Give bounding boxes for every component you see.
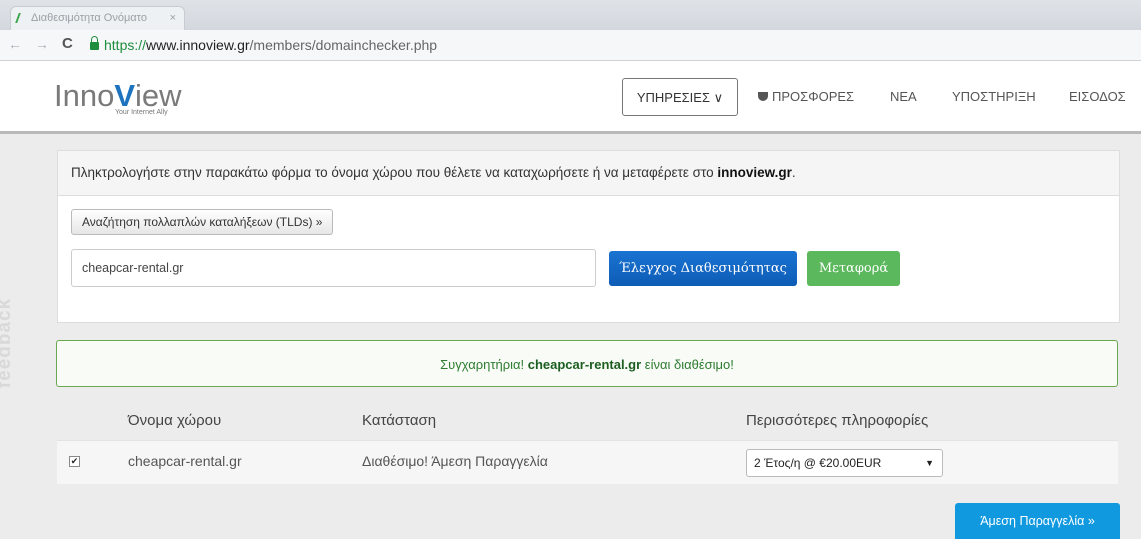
alert-prefix: Συγχαρητήρια! [440, 357, 528, 372]
url-host: www.innoview.gr [146, 37, 250, 53]
logo-check-mark: V [114, 78, 136, 113]
browser-toolbar: ← → C https://www.innoview.gr/members/do… [0, 30, 1141, 61]
site-header: InnoView Your Internet Ally ΥΠΗΡΕΣΙΕΣ ∨ … [0, 61, 1141, 134]
check-availability-button[interactable]: Έλεγχος Διαθεσιμότητας [609, 251, 797, 286]
domain-input[interactable]: cheapcar-rental.gr [71, 249, 596, 287]
tab-title: Διαθεσιμότητα Ονόματο [31, 12, 147, 24]
logo-tagline: Your Internet Ally [115, 109, 168, 116]
nav-login[interactable]: ΕΙΣΟΔΟΣ [1069, 78, 1126, 116]
logo-text-suffix: iew [135, 78, 182, 113]
address-bar[interactable]: https://www.innoview.gr/members/domainch… [86, 34, 1136, 56]
chevron-down-icon: ∨ [713, 90, 724, 105]
forward-arrow-icon[interactable]: → [35, 36, 49, 52]
nav-services[interactable]: ΥΠΗΡΕΣΙΕΣ ∨ [622, 78, 738, 116]
close-tab-icon[interactable]: × [170, 7, 176, 29]
logo-text-prefix: Inno [54, 78, 115, 113]
checker-intro: Πληκτρολογήστε στην παρακάτω φόρμα το όν… [58, 151, 1119, 196]
registration-period-select[interactable]: 2 Έτος/η @ €20.00EUR ▼ [746, 449, 943, 477]
intro-text: Πληκτρολογήστε στην παρακάτω φόρμα το όν… [71, 165, 718, 180]
table-row: ✔ cheapcar-rental.gr Διαθέσιμο! Άμεση Πα… [57, 440, 1118, 484]
trophy-icon [758, 92, 768, 101]
row-domain: cheapcar-rental.gr [128, 453, 242, 469]
dropdown-arrow-icon: ▼ [925, 458, 934, 468]
url-scheme: https:// [104, 37, 147, 53]
intro-site: innoview.gr [717, 165, 792, 180]
feedback-label: feedback [0, 297, 16, 389]
column-header-domain: Όνομα χώρου [128, 412, 222, 429]
nav-offers-label: ΠΡΟΣΦΟΡΕΣ [772, 89, 855, 104]
feedback-tab[interactable]: feedback [0, 288, 26, 398]
nav-support[interactable]: ΥΠΟΣΤΗΡΙΞΗ [952, 78, 1036, 116]
transfer-button[interactable]: Μεταφορά [807, 251, 900, 286]
period-value: 2 Έτος/η @ €20.00EUR [754, 456, 882, 470]
back-arrow-icon[interactable]: ← [8, 36, 22, 52]
lock-icon [90, 36, 99, 50]
multi-tld-search-button[interactable]: Αναζήτηση πολλαπλών καταλήξεων (TLDs) » [71, 209, 334, 235]
nav-services-label: ΥΠΗΡΕΣΙΕΣ [636, 90, 710, 105]
domain-checker-panel: Πληκτρολογήστε στην παρακάτω φόρμα το όν… [57, 150, 1120, 323]
nav-news[interactable]: ΝΕΑ [890, 78, 917, 116]
select-domain-checkbox[interactable]: ✔ [69, 456, 80, 467]
browser-tab[interactable]: Διαθεσιμότητα Ονόματο × [10, 6, 185, 30]
intro-end: . [791, 165, 796, 180]
column-header-info: Περισσότερες πληροφορίες [746, 412, 929, 429]
row-status: Διαθέσιμο! Άμεση Παραγγελία [362, 453, 548, 469]
alert-domain: cheapcar-rental.gr [527, 357, 642, 372]
browser-tab-bar: Διαθεσιμότητα Ονόματο × [0, 0, 1141, 30]
favicon-icon [15, 13, 29, 23]
reload-icon[interactable]: C [62, 35, 73, 52]
url-path: /members/domainchecker.php [249, 37, 438, 53]
availability-alert: Συγχαρητήρια! cheapcar-rental.gr είναι δ… [56, 340, 1118, 387]
nav-offers[interactable]: ΠΡΟΣΦΟΡΕΣ [758, 78, 854, 116]
alert-suffix: είναι διαθέσιμο! [641, 357, 734, 372]
column-header-status: Κατάσταση [362, 412, 437, 429]
order-now-button[interactable]: Άμεση Παραγγελία » [955, 503, 1120, 539]
